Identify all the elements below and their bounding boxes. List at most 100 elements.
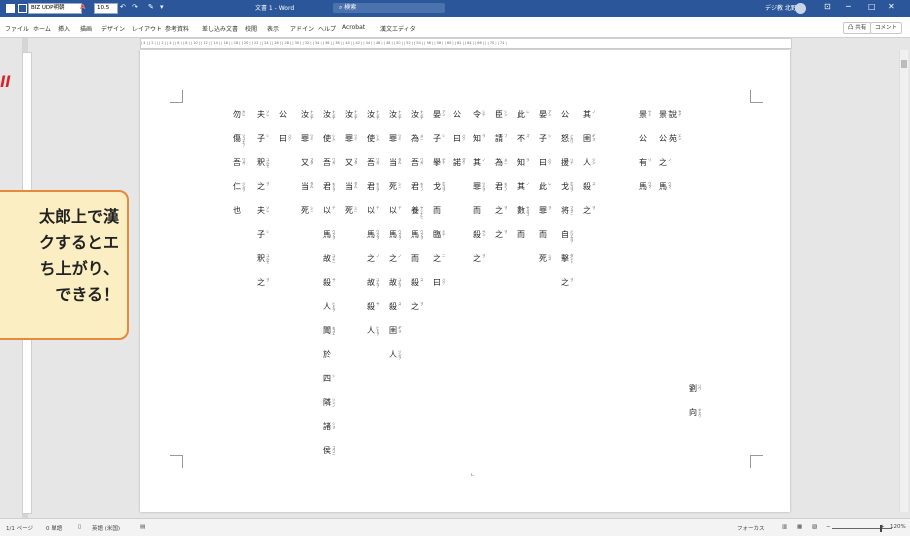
comment-button[interactable]: コメント — [870, 22, 903, 34]
kanji-character: 自ミヅカラ — [561, 230, 574, 243]
kanji-character: 有リ — [639, 158, 652, 167]
tab-kanbun-editor[interactable]: 漢文エディタ — [380, 24, 416, 33]
callout-line: 太郎上で漢 — [38, 207, 119, 226]
kanji-character: 向キャウ — [689, 408, 702, 418]
furigana: ヲ — [592, 206, 596, 210]
scrollbar-thumb[interactable] — [901, 60, 907, 68]
kanji-character: 怒イカリ — [561, 134, 574, 144]
furigana: ハク — [462, 134, 466, 141]
web-layout-icon[interactable]: ▧ — [812, 524, 817, 530]
tab-review[interactable]: 校閲 — [245, 24, 257, 33]
save-icon[interactable] — [18, 4, 27, 13]
furigana: ヲ — [266, 182, 270, 186]
word-count[interactable]: 0 単語 — [46, 524, 62, 532]
proofing-icon[interactable]: ▯ — [78, 524, 81, 530]
share-button[interactable]: 凸 共有 — [843, 22, 872, 34]
horizontal-ruler[interactable]: | 4 | | 2 | | | 2 | | 4 | | 6 | | 8 | | … — [140, 38, 792, 49]
kanji-character: 擊タント — [561, 254, 574, 264]
furigana: シ — [442, 134, 446, 138]
font-color-icon[interactable]: A — [80, 3, 85, 11]
furigana: ヒトヲ — [332, 302, 336, 312]
search-input[interactable]: ⌕ 検索 — [333, 3, 445, 13]
furigana: ウマヲ — [420, 230, 424, 240]
furigana: キコエ — [332, 326, 336, 336]
tab-home[interactable]: ホーム — [33, 24, 51, 33]
kanji-character: 吾ワガ — [233, 158, 246, 167]
focus-button[interactable]: フォーカス — [737, 524, 765, 532]
ribbon-tabs: ファイル ホーム 挿入 描画 デザイン レイアウト 参考資料 差し込み文書 校閲… — [0, 17, 910, 38]
tab-references[interactable]: 参考資料 — [165, 24, 189, 33]
kanji-character: 其ノ — [583, 110, 596, 119]
tab-help[interactable]: ヘルプ — [318, 24, 336, 33]
zoom-out-button[interactable]: − — [826, 524, 831, 530]
furigana: テ — [398, 206, 402, 210]
margin-corner-tl — [170, 90, 183, 103]
vertical-scrollbar[interactable] — [899, 50, 908, 512]
tab-addins[interactable]: アドイン — [290, 24, 314, 33]
kanji-character: 罪ツミヲ — [473, 182, 486, 192]
kanji-character: 不ズ — [517, 134, 530, 143]
tab-file[interactable]: ファイル — [5, 24, 29, 33]
pen-icon[interactable]: ✎ — [148, 3, 154, 11]
furigana: シス — [548, 254, 552, 261]
close-button[interactable]: ✕ — [888, 2, 895, 11]
tab-view[interactable]: 表示 — [267, 24, 279, 33]
furigana: メニ — [420, 134, 424, 141]
title-bar: BIZ UDP明朝 A 10.5 ↶ ↷ ✎ ▾ 文書 1 - Word ⌕ 検… — [0, 0, 910, 17]
language[interactable]: 英語 (米国) — [92, 524, 120, 532]
ribbon-display-icon[interactable]: ⊡ — [824, 2, 831, 11]
furigana: ギョ — [398, 326, 402, 333]
zoom-level[interactable]: 120% — [890, 524, 906, 530]
page-count[interactable]: 1/1 ページ — [6, 524, 33, 532]
maximize-button[interactable]: □ — [868, 2, 876, 11]
accessibility-icon[interactable]: ▤ — [140, 524, 145, 530]
tab-mailings[interactable]: 差し込み文書 — [202, 24, 238, 33]
furigana: ケイ — [648, 110, 652, 117]
furigana: ラ — [482, 134, 486, 138]
document-page[interactable]: 劉リウ向キャウ說セイ苑エン景ケイ公之ノ馬ウマ景ケイ公有リ馬ウマ其ノ圉ギョ人ジン殺… — [140, 50, 790, 512]
furigana: ワガ — [242, 158, 246, 165]
furigana: タル — [310, 182, 314, 189]
kanji-character: 晏アン — [539, 110, 552, 119]
furigana: キャウ — [698, 408, 702, 418]
furigana: ワガ — [376, 158, 380, 165]
print-layout-icon[interactable]: ▦ — [797, 524, 802, 530]
tab-layout[interactable]: レイアウト — [132, 24, 162, 33]
user-name[interactable]: デジ教 北野 — [765, 3, 797, 12]
font-name-field[interactable]: BIZ UDP明朝 — [28, 3, 82, 14]
furigana: シン — [504, 110, 508, 117]
kanji-character: 請フ — [495, 134, 508, 143]
kanji-character: 殺ス — [583, 182, 596, 191]
kanji-character: 為メニ — [411, 134, 424, 143]
quick-access-dropdown-icon[interactable]: ▾ — [160, 3, 164, 11]
furigana: マタ — [310, 158, 314, 165]
scroll-up-area — [900, 38, 910, 50]
furigana: ナンヂ — [354, 110, 358, 120]
kanji-character: 而 — [411, 254, 419, 263]
furigana: ス — [592, 182, 596, 186]
read-mode-icon[interactable]: ▥ — [782, 524, 787, 530]
kanji-character: 知ラ — [517, 158, 530, 167]
furigana: メニ — [504, 158, 508, 165]
furigana: ナンヂ — [310, 110, 314, 120]
furigana: キミヲ — [376, 182, 380, 192]
tab-design[interactable]: デザイン — [101, 24, 125, 33]
kanji-character: 仁ジンヲ — [233, 182, 246, 192]
furigana: シム — [376, 134, 380, 141]
tab-draw[interactable]: 描画 — [80, 24, 92, 33]
undo-icon[interactable]: ↶ — [120, 3, 126, 11]
minimize-button[interactable]: ─ — [846, 2, 851, 11]
avatar[interactable] — [795, 3, 806, 14]
tab-insert[interactable]: 挿入 — [58, 24, 70, 33]
redo-icon[interactable]: ↷ — [132, 3, 138, 11]
kanji-character: 圉ギョ — [583, 134, 596, 143]
furigana: レ — [526, 110, 530, 114]
zoom-in-button[interactable]: + — [880, 524, 885, 530]
kanji-character: 之ノ — [389, 254, 402, 263]
furigana: シニ — [398, 182, 402, 189]
furigana: ソレ — [266, 206, 270, 213]
callout-line: ち上がり、 — [39, 259, 119, 278]
tab-acrobat[interactable]: Acrobat — [342, 24, 365, 31]
furigana: ユルセ — [266, 254, 270, 264]
font-size-field[interactable]: 10.5 — [94, 3, 118, 14]
